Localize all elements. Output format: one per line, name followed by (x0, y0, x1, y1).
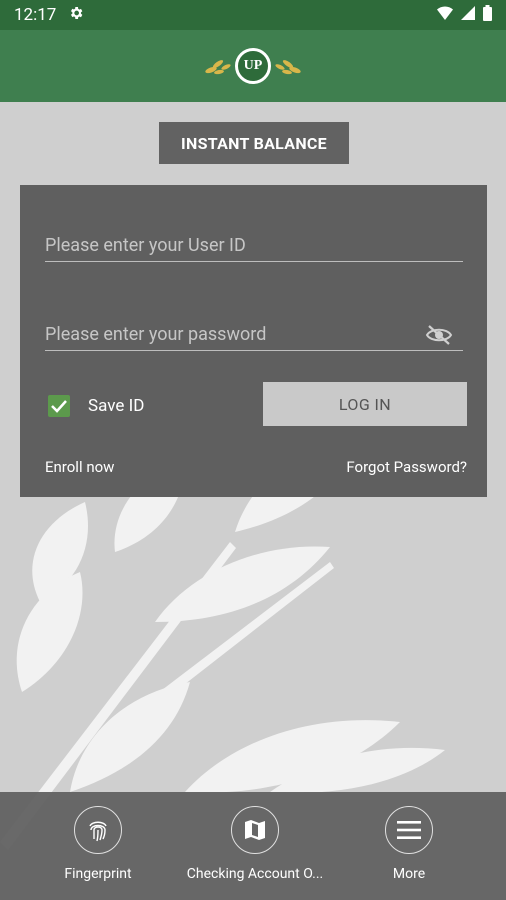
fingerprint-icon (74, 806, 122, 854)
nav-fingerprint[interactable]: Fingerprint (18, 806, 178, 882)
nav-checking-account[interactable]: Checking Account O... (175, 806, 335, 882)
checkmark-icon (51, 400, 67, 413)
enroll-now-link[interactable]: Enroll now (45, 458, 114, 476)
password-placeholder: Please enter your password (45, 324, 267, 345)
login-card: Please enter your User ID Please enter y… (20, 185, 487, 497)
save-id-row: Save ID (48, 395, 144, 417)
nav-label-more: More (392, 866, 426, 882)
gear-icon (68, 5, 84, 26)
eye-off-icon[interactable] (425, 325, 453, 355)
forgot-password-link[interactable]: Forgot Password? (346, 458, 467, 476)
save-id-label: Save ID (88, 396, 145, 416)
map-icon (231, 806, 279, 854)
nav-more[interactable]: More (329, 806, 489, 882)
instant-balance-button[interactable]: INSTANT BALANCE (159, 122, 349, 164)
status-time: 12:17 (14, 5, 57, 25)
signal-icon (461, 5, 475, 25)
log-in-button[interactable]: LOG IN (263, 382, 467, 426)
status-bar: 12:17 (0, 0, 506, 30)
nav-label-checking: Checking Account O... (186, 866, 324, 882)
wheat-right-icon (275, 60, 301, 75)
battery-icon (483, 4, 492, 26)
app-header: UP (0, 30, 506, 102)
menu-icon (385, 806, 433, 854)
bottom-navigation: Fingerprint Checking Account O... More (0, 792, 506, 900)
wheat-left-icon (205, 60, 231, 75)
bank-logo: UP (205, 48, 301, 84)
logo-emblem: UP (235, 48, 271, 84)
save-id-checkbox[interactable] (48, 395, 70, 417)
user-id-placeholder: Please enter your User ID (45, 235, 246, 256)
nav-label-fingerprint: Fingerprint (64, 866, 132, 882)
wifi-icon (437, 5, 453, 25)
user-id-input[interactable]: Please enter your User ID (45, 231, 463, 262)
password-input[interactable]: Please enter your password (45, 320, 463, 351)
